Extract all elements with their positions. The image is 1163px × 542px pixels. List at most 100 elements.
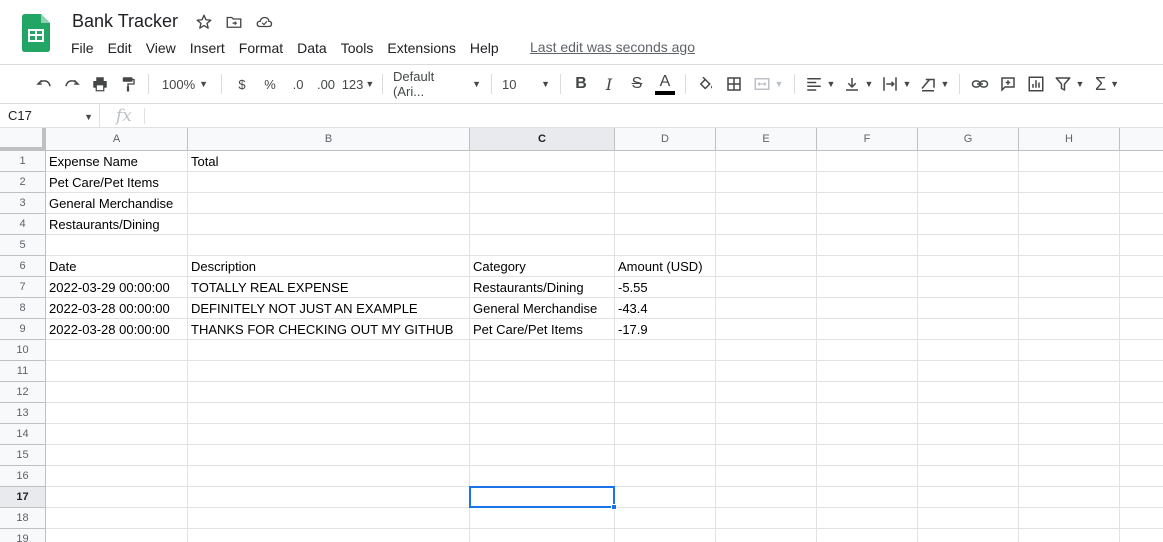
cell-b9[interactable]: THANKS FOR CHECKING OUT MY GITHUB bbox=[188, 319, 470, 340]
cell-e7[interactable] bbox=[716, 277, 817, 298]
row-header-7[interactable]: 7 bbox=[0, 277, 46, 298]
cell-overflow[interactable] bbox=[1120, 424, 1163, 445]
cell-f4[interactable] bbox=[817, 214, 918, 235]
cell-c13[interactable] bbox=[470, 403, 615, 424]
row-header-5[interactable]: 5 bbox=[0, 235, 46, 256]
cell-b11[interactable] bbox=[188, 361, 470, 382]
cell-c8[interactable]: General Merchandise bbox=[470, 298, 615, 319]
cell-h9[interactable] bbox=[1019, 319, 1120, 340]
cell-g16[interactable] bbox=[918, 466, 1019, 487]
cell-d8[interactable]: -43.4 bbox=[615, 298, 716, 319]
column-header-f[interactable]: F bbox=[817, 128, 918, 151]
cell-e5[interactable] bbox=[716, 235, 817, 256]
row-header-13[interactable]: 13 bbox=[0, 403, 46, 424]
cell-overflow[interactable] bbox=[1120, 487, 1163, 508]
insert-link-icon[interactable] bbox=[966, 70, 994, 98]
cell-overflow[interactable] bbox=[1120, 298, 1163, 319]
cell-f13[interactable] bbox=[817, 403, 918, 424]
row-header-8[interactable]: 8 bbox=[0, 298, 46, 319]
star-icon[interactable] bbox=[194, 12, 214, 32]
cell-h16[interactable] bbox=[1019, 466, 1120, 487]
row-header-1[interactable]: 1 bbox=[0, 151, 46, 172]
fill-handle[interactable] bbox=[611, 504, 617, 510]
spreadsheet-grid[interactable]: A B C D E F G H 1 Expense Name Total 2 Pet Care/Pet … bbox=[0, 128, 1163, 542]
cell-h7[interactable] bbox=[1019, 277, 1120, 298]
cell-b10[interactable] bbox=[188, 340, 470, 361]
cell-e15[interactable] bbox=[716, 445, 817, 466]
cell-h10[interactable] bbox=[1019, 340, 1120, 361]
cell-a12[interactable] bbox=[46, 382, 188, 403]
cell-b7[interactable]: TOTALLY REAL EXPENSE bbox=[188, 277, 470, 298]
cell-d2[interactable] bbox=[615, 172, 716, 193]
cell-f8[interactable] bbox=[817, 298, 918, 319]
cell-g4[interactable] bbox=[918, 214, 1019, 235]
cell-overflow[interactable] bbox=[1120, 193, 1163, 214]
redo-icon[interactable] bbox=[58, 70, 86, 98]
menu-view[interactable]: View bbox=[139, 38, 183, 58]
filter-icon[interactable]: ▼ bbox=[1050, 70, 1088, 98]
row-header-18[interactable]: 18 bbox=[0, 508, 46, 529]
row-header-2[interactable]: 2 bbox=[0, 172, 46, 193]
column-header-d[interactable]: D bbox=[615, 128, 716, 151]
select-all-corner[interactable] bbox=[0, 128, 46, 151]
formula-input[interactable] bbox=[145, 104, 1163, 128]
cell-d11[interactable] bbox=[615, 361, 716, 382]
cell-a8[interactable]: 2022-03-28 00:00:00 bbox=[46, 298, 188, 319]
cell-overflow[interactable] bbox=[1120, 382, 1163, 403]
cell-h14[interactable] bbox=[1019, 424, 1120, 445]
cell-g14[interactable] bbox=[918, 424, 1019, 445]
cell-overflow[interactable] bbox=[1120, 361, 1163, 382]
cell-a19[interactable] bbox=[46, 529, 188, 542]
bold-icon[interactable]: B bbox=[567, 70, 595, 98]
cell-h19[interactable] bbox=[1019, 529, 1120, 542]
borders-icon[interactable] bbox=[720, 70, 748, 98]
cell-overflow[interactable] bbox=[1120, 445, 1163, 466]
menu-insert[interactable]: Insert bbox=[183, 38, 232, 58]
cell-h3[interactable] bbox=[1019, 193, 1120, 214]
column-header-c[interactable]: C bbox=[470, 128, 615, 151]
cell-c5[interactable] bbox=[470, 235, 615, 256]
cell-d18[interactable] bbox=[615, 508, 716, 529]
cell-g2[interactable] bbox=[918, 172, 1019, 193]
cell-c18[interactable] bbox=[470, 508, 615, 529]
column-header-g[interactable]: G bbox=[918, 128, 1019, 151]
cell-a4[interactable]: Restaurants/Dining bbox=[46, 214, 188, 235]
merge-cells-icon[interactable]: ▼ bbox=[748, 70, 788, 98]
cell-h8[interactable] bbox=[1019, 298, 1120, 319]
cell-d12[interactable] bbox=[615, 382, 716, 403]
row-header-16[interactable]: 16 bbox=[0, 466, 46, 487]
cell-c12[interactable] bbox=[470, 382, 615, 403]
cell-h13[interactable] bbox=[1019, 403, 1120, 424]
row-header-14[interactable]: 14 bbox=[0, 424, 46, 445]
insert-chart-icon[interactable] bbox=[1022, 70, 1050, 98]
cell-h15[interactable] bbox=[1019, 445, 1120, 466]
cell-d10[interactable] bbox=[615, 340, 716, 361]
cell-b5[interactable] bbox=[188, 235, 470, 256]
cell-f6[interactable] bbox=[817, 256, 918, 277]
cell-h17[interactable] bbox=[1019, 487, 1120, 508]
cell-d1[interactable] bbox=[615, 151, 716, 172]
cell-d15[interactable] bbox=[615, 445, 716, 466]
cell-a6[interactable]: Date bbox=[46, 256, 188, 277]
cell-h18[interactable] bbox=[1019, 508, 1120, 529]
cell-e3[interactable] bbox=[716, 193, 817, 214]
cell-d5[interactable] bbox=[615, 235, 716, 256]
increase-decimal-button[interactable]: .00 bbox=[312, 70, 340, 98]
row-header-4[interactable]: 4 bbox=[0, 214, 46, 235]
cell-g10[interactable] bbox=[918, 340, 1019, 361]
zoom-select[interactable]: 100% ▼ bbox=[155, 70, 215, 98]
cell-d9[interactable]: -17.9 bbox=[615, 319, 716, 340]
font-size-select[interactable]: 10 ▼ bbox=[498, 70, 554, 98]
fill-color-icon[interactable] bbox=[692, 70, 720, 98]
italic-icon[interactable]: I bbox=[595, 70, 623, 98]
cell-c15[interactable] bbox=[470, 445, 615, 466]
cell-a15[interactable] bbox=[46, 445, 188, 466]
cell-h1[interactable] bbox=[1019, 151, 1120, 172]
cell-g11[interactable] bbox=[918, 361, 1019, 382]
font-select[interactable]: Default (Ari... ▼ bbox=[389, 69, 485, 99]
cell-c2[interactable] bbox=[470, 172, 615, 193]
menu-format[interactable]: Format bbox=[232, 38, 290, 58]
decrease-decimal-button[interactable]: .0 bbox=[284, 70, 312, 98]
cell-c7[interactable]: Restaurants/Dining bbox=[470, 277, 615, 298]
row-header-17[interactable]: 17 bbox=[0, 487, 46, 508]
